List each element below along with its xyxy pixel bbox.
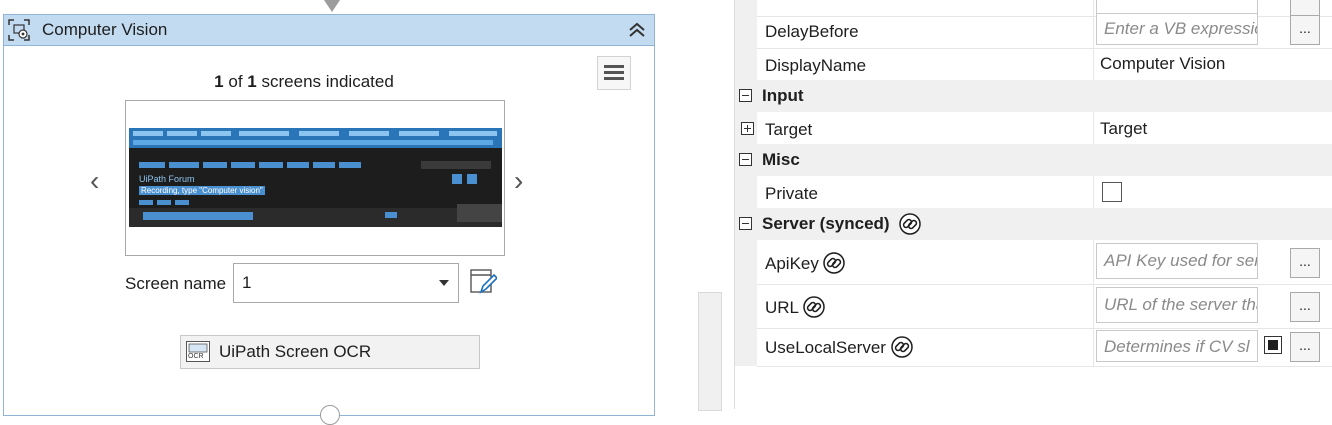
input-placeholder: API Key used for server <box>1104 251 1258 270</box>
ellipsis-button[interactable]: ... <box>1290 248 1320 278</box>
ellipsis-button[interactable]: ... <box>1290 292 1320 322</box>
screen-name-label: Screen name <box>125 274 227 293</box>
synced-link-icon <box>899 213 921 235</box>
synced-link-icon <box>891 336 913 358</box>
category-label: Server (synced) <box>762 214 890 233</box>
screens-suffix: screens indicated <box>261 72 394 91</box>
screens-total: 1 <box>247 72 257 91</box>
category-label: Input <box>762 86 804 105</box>
screen-thumbnail-frame[interactable]: UiPath Forum Recording, type "Computer v… <box>125 100 505 256</box>
input-placeholder: Determines if CV sl <box>1104 337 1250 356</box>
menu-line-icon <box>604 65 624 68</box>
ocr-engine-button[interactable]: OCR UiPath Screen OCR <box>180 335 480 369</box>
next-screen-chevron-icon[interactable]: › <box>514 165 523 197</box>
property-name: DisplayName <box>765 56 867 75</box>
thumbnail-recording-text: Recording, type "Computer vision" <box>139 186 265 195</box>
screens-current: 1 <box>214 72 224 91</box>
workflow-designer: Computer Vision 1 of 1 screens indicated… <box>0 0 684 425</box>
thumbnail-logo-text: UiPath Forum <box>139 174 195 184</box>
property-row-private: Private <box>735 176 1332 209</box>
displayname-value[interactable]: Computer Vision <box>1100 54 1225 74</box>
property-name: Target <box>765 120 813 139</box>
property-name: DelayBefore <box>765 22 859 41</box>
apikey-input[interactable]: API Key used for server <box>1096 243 1258 279</box>
property-row-uselocalserver: UseLocalServer Determines if CV sl ... <box>735 328 1332 367</box>
property-name: UseLocalServer <box>765 338 886 357</box>
add-activity-connector[interactable] <box>320 405 340 425</box>
menu-line-icon <box>604 77 624 80</box>
property-row-delaybefore: DelayBefore Enter a VB expression ... <box>735 13 1332 49</box>
ellipsis-button[interactable]: ... <box>1290 15 1320 45</box>
computer-vision-icon <box>8 19 30 41</box>
category-label: Misc <box>762 150 800 169</box>
edit-screen-name-icon[interactable] <box>469 268 497 296</box>
property-name: URL <box>765 298 800 317</box>
screens-indicated-text: 1 of 1 screens indicated <box>4 72 604 92</box>
url-input[interactable]: URL of the server that p <box>1096 287 1258 323</box>
uselocalserver-input[interactable]: Determines if CV sl <box>1096 330 1258 362</box>
menu-line-icon <box>604 71 624 74</box>
ellipsis-button[interactable] <box>1290 0 1320 16</box>
target-value[interactable]: Target <box>1100 119 1147 139</box>
expand-plus-icon[interactable] <box>741 122 754 135</box>
property-row-target: Target Target <box>735 112 1332 145</box>
screen-name-dropdown[interactable]: 1 <box>233 263 459 303</box>
property-row-displayname: DisplayName Computer Vision <box>735 48 1332 81</box>
property-name: ApiKey <box>765 254 819 273</box>
input-placeholder: Enter a VB expression <box>1104 19 1258 38</box>
private-checkbox[interactable] <box>1102 182 1122 202</box>
screen-name-value: 1 <box>242 273 252 292</box>
synced-link-icon <box>803 296 825 318</box>
collapse-toggle-icon[interactable] <box>739 217 752 230</box>
collapse-chevron-icon[interactable] <box>626 20 648 40</box>
delaybefore-input[interactable]: Enter a VB expression <box>1096 13 1258 45</box>
activity-header[interactable]: Computer Vision <box>4 15 654 46</box>
computer-vision-activity[interactable]: Computer Vision 1 of 1 screens indicated… <box>3 14 655 425</box>
category-input[interactable]: Input <box>735 80 1332 112</box>
ellipsis-button[interactable]: ... <box>1290 332 1320 362</box>
property-row-url: URL URL of the server that p ... <box>735 284 1332 329</box>
collapse-toggle-icon[interactable] <box>739 89 752 102</box>
property-name: Private <box>765 184 818 203</box>
collapse-toggle-icon[interactable] <box>739 153 752 166</box>
properties-panel: DelayBefore Enter a VB expression ... Di… <box>735 0 1332 409</box>
input-placeholder: URL of the server that p <box>1104 295 1257 314</box>
previous-screen-chevron-icon[interactable]: ‹ <box>90 165 99 197</box>
property-row-apikey: ApiKey API Key used for server ... <box>735 240 1332 285</box>
screens-of: of <box>228 72 243 91</box>
activity-title: Computer Vision <box>42 20 168 39</box>
activity-menu-button[interactable] <box>597 56 631 90</box>
sequence-connector-arrow <box>324 0 340 12</box>
screen-thumbnail: UiPath Forum Recording, type "Computer v… <box>129 128 502 227</box>
category-server-synced[interactable]: Server (synced) <box>735 208 1332 240</box>
ocr-engine-label: UiPath Screen OCR <box>219 342 372 361</box>
category-misc[interactable]: Misc <box>735 144 1332 176</box>
uselocalserver-checkbox[interactable] <box>1264 336 1282 354</box>
vertical-scrollbar[interactable] <box>698 292 722 411</box>
dropdown-caret-icon <box>439 280 449 286</box>
ocr-badge-text: OCR <box>188 353 204 360</box>
checkbox-indeterminate-icon <box>1268 340 1278 350</box>
synced-link-icon <box>823 252 845 274</box>
